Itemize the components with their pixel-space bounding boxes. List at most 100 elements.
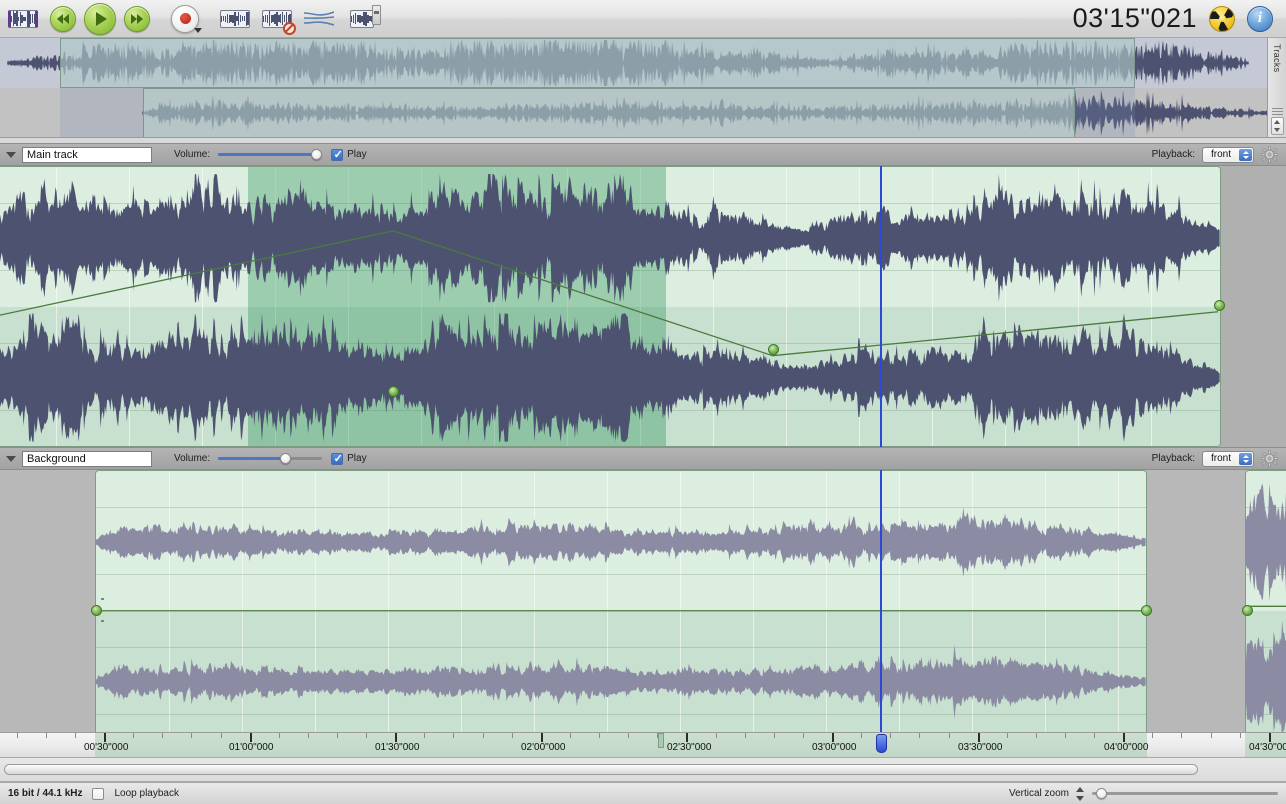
overview-clip-main[interactable] bbox=[60, 38, 1135, 88]
gear-glyph-background bbox=[1261, 450, 1278, 467]
vertical-zoom-slider[interactable] bbox=[1092, 787, 1278, 801]
playback-select-background[interactable]: front bbox=[1202, 450, 1254, 467]
normalize-icon[interactable] bbox=[218, 6, 252, 32]
resize-grip-icon[interactable] bbox=[1271, 108, 1283, 115]
amplify-waveform-glyph bbox=[350, 9, 374, 28]
time-ruler[interactable]: 00'30"000 01'00"000 01'30"000 02'00"000 02'3… bbox=[0, 732, 1286, 758]
play-checkbox-label-background: Play bbox=[347, 453, 367, 464]
envelope-handle-bg-1[interactable] bbox=[90, 604, 102, 616]
playhead-background[interactable] bbox=[880, 470, 882, 751]
play-checkbox-background[interactable]: Play bbox=[331, 452, 367, 465]
rewind-icon bbox=[57, 13, 69, 24]
play-icon bbox=[96, 11, 107, 26]
envelope-handle-bg-3[interactable] bbox=[1241, 604, 1253, 616]
envelope-handle-1[interactable] bbox=[387, 385, 399, 397]
audio-clip-background-1[interactable] bbox=[95, 470, 1147, 751]
horizontal-scrollbar-thumb[interactable] bbox=[4, 764, 1198, 775]
playback-select-value-main: front bbox=[1211, 149, 1232, 160]
playback-label-main: Playback: bbox=[1151, 149, 1195, 160]
play-checkbox-label-main: Play bbox=[347, 149, 367, 160]
normalize-waveform-glyph bbox=[220, 9, 250, 28]
disclosure-triangle-icon-background[interactable] bbox=[0, 455, 22, 462]
waveform-pane-main[interactable] bbox=[0, 166, 1286, 447]
vertical-zoom-stepper[interactable] bbox=[1076, 786, 1085, 801]
toolbar: 03'15"021 i bbox=[0, 0, 1286, 38]
selection-waveform-glyph bbox=[8, 9, 38, 28]
loop-playback-label: Loop playback bbox=[114, 788, 179, 799]
loop-playback-checkbox[interactable] bbox=[92, 787, 105, 800]
envelope-tick-top-1 bbox=[101, 598, 104, 600]
volume-label-main: Volume: bbox=[174, 149, 211, 160]
record-icon bbox=[171, 4, 202, 33]
tracks-tab[interactable]: Tracks bbox=[1267, 38, 1286, 137]
overview-panel[interactable]: Tracks bbox=[0, 38, 1286, 138]
gear-glyph-main bbox=[1261, 146, 1278, 163]
fade-curve-glyph bbox=[304, 10, 334, 26]
gear-icon-background[interactable] bbox=[1261, 450, 1278, 467]
horizontal-scrollbar[interactable] bbox=[0, 758, 1286, 782]
info-icon[interactable]: i bbox=[1247, 5, 1273, 32]
audio-editor-window: 03'15"021 i Tracks Main track Volume: ✓ … bbox=[0, 0, 1286, 804]
ruler-label: 02'00"000 bbox=[521, 742, 566, 753]
volume-slider-background[interactable] bbox=[218, 452, 323, 466]
ruler-label: 02'30"000 bbox=[667, 742, 712, 753]
ruler-label: 00'30"000 bbox=[84, 742, 129, 753]
play-button[interactable] bbox=[84, 2, 116, 35]
record-button[interactable] bbox=[168, 4, 202, 33]
playback-label-background: Playback: bbox=[1151, 453, 1195, 464]
ruler-label: 01'30"000 bbox=[375, 742, 420, 753]
burn-icon[interactable] bbox=[1209, 5, 1235, 32]
waveform-pane-background[interactable] bbox=[0, 470, 1286, 751]
vertical-zoom-label: Vertical zoom bbox=[1008, 788, 1069, 799]
fast-forward-button[interactable] bbox=[124, 5, 150, 32]
record-menu-caret[interactable] bbox=[194, 27, 202, 33]
track-header-right-background: Playback: front bbox=[1152, 450, 1286, 467]
selection-start-marker[interactable] bbox=[658, 733, 664, 748]
selection-tool-icon[interactable] bbox=[8, 6, 38, 32]
playback-stepper-main[interactable] bbox=[1239, 148, 1252, 161]
timecode-display: 03'15"021 bbox=[1072, 3, 1197, 33]
rewind-button[interactable] bbox=[50, 5, 76, 32]
ruler-label: 04'00"000 bbox=[1104, 742, 1149, 753]
track-name-input-background[interactable]: Background bbox=[22, 450, 152, 467]
fast-forward-icon bbox=[131, 13, 143, 24]
track-name-input-main[interactable]: Main track bbox=[22, 146, 152, 163]
ruler-label: 04'30"00 bbox=[1249, 742, 1286, 753]
audio-clip-main[interactable] bbox=[0, 166, 1221, 447]
remove-silence-icon[interactable] bbox=[260, 6, 296, 35]
playback-stepper-background[interactable] bbox=[1239, 452, 1252, 465]
ruler-label: 01'00"000 bbox=[229, 742, 274, 753]
envelope-tick-bot-1 bbox=[101, 620, 104, 622]
play-checkbox-box-main bbox=[331, 148, 344, 161]
track-header-background: Background Volume: Play Playback: front bbox=[0, 447, 1286, 470]
play-checkbox-box-background bbox=[331, 452, 344, 465]
scroll-arrows[interactable] bbox=[1270, 117, 1284, 135]
track-header-right-main: Playback: front bbox=[1152, 146, 1286, 163]
amplify-slider-glyph bbox=[372, 4, 381, 25]
amplify-icon[interactable] bbox=[344, 4, 381, 32]
play-checkbox-main[interactable]: Play bbox=[331, 148, 367, 161]
waveform-main bbox=[0, 174, 1220, 442]
disclosure-triangle-icon-main[interactable] bbox=[0, 151, 22, 158]
playhead-marker[interactable] bbox=[875, 734, 887, 753]
volume-label-background: Volume: bbox=[174, 453, 211, 464]
playback-select-value-background: front bbox=[1211, 453, 1232, 464]
waveform-background-1 bbox=[96, 507, 1146, 720]
playback-select-main[interactable]: front bbox=[1202, 146, 1254, 163]
overview-clip-background[interactable] bbox=[143, 88, 1075, 137]
envelope-handle-2[interactable] bbox=[767, 343, 779, 355]
audio-format-label: 16 bit / 44.1 kHz bbox=[8, 788, 83, 799]
track-header-main: Main track Volume: Play Playback: front bbox=[0, 143, 1286, 166]
toolbar-left-group bbox=[0, 2, 381, 35]
playhead-main[interactable] bbox=[880, 166, 882, 447]
volume-slider-main[interactable] bbox=[218, 148, 323, 162]
gear-icon-main[interactable] bbox=[1261, 146, 1278, 163]
envelope-handle-bg-2[interactable] bbox=[1140, 604, 1152, 616]
status-bar: 16 bit / 44.1 kHz Loop playback Vertical… bbox=[0, 782, 1286, 804]
prohibition-badge-icon bbox=[283, 21, 296, 35]
tracks-tab-label: Tracks bbox=[1272, 44, 1282, 73]
toolbar-right-group: 03'15"021 i bbox=[1073, 3, 1286, 34]
envelope-handle-3[interactable] bbox=[1213, 299, 1225, 311]
ruler-label: 03'30"000 bbox=[958, 742, 1003, 753]
fade-icon[interactable] bbox=[302, 6, 336, 32]
